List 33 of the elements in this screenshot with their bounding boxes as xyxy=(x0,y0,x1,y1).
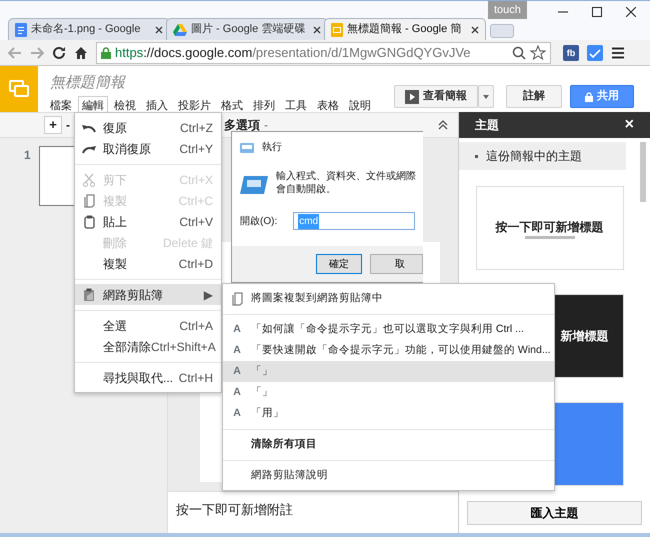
letter-marker: A xyxy=(232,386,242,400)
arrow-icon: ▶ xyxy=(204,286,213,304)
menu-item-label: 刪除 xyxy=(103,234,127,252)
card-title: 按一下即可新增標題 xyxy=(496,218,604,236)
shortcut-text: Ctrl+Shift+A xyxy=(151,338,216,356)
shortcut-text: Ctrl+V xyxy=(179,214,213,230)
letter-marker: A xyxy=(232,322,242,336)
menu-item-label: 尋找與取代... xyxy=(103,370,174,386)
dialog-message: 輸入程式、資料夾、文件或網際 xyxy=(276,171,416,184)
shortcut-text: Ctrl+H xyxy=(178,370,213,386)
shortcut-text: Ctrl+Y xyxy=(179,140,213,158)
menu-item-label: 復原 xyxy=(103,120,127,136)
letter-marker: A xyxy=(232,406,242,420)
letter-marker: A xyxy=(232,344,242,358)
shortcut-text: Ctrl+Z xyxy=(180,120,213,136)
letter-marker: A xyxy=(232,364,242,378)
dialog-title: 執行 xyxy=(262,140,282,155)
touch-badge: touch xyxy=(488,1,527,19)
open-label: 開啟(O): xyxy=(240,214,278,228)
panel-title: 主題 xyxy=(475,117,499,134)
menu-item-label: 網路剪貼簿 xyxy=(103,286,163,304)
dialog-message: 會自動開啟。 xyxy=(276,184,337,196)
menu-item-label: 全選 xyxy=(103,318,127,334)
card-title: 新增標題 xyxy=(560,328,608,345)
menu-item-label: 複製 xyxy=(103,256,127,272)
menu-item-label: 複製 xyxy=(103,192,127,210)
menu-item-label: 取消復原 xyxy=(103,140,151,158)
menu-item-label: 剪下 xyxy=(103,172,127,188)
menu-item-label: 全部清除 xyxy=(103,338,151,356)
shortcut-text: Ctrl+D xyxy=(178,256,213,272)
menu-item-label: 貼上 xyxy=(103,214,127,230)
shortcut-text: Ctrl+A xyxy=(179,318,213,334)
slide-number: 1 xyxy=(24,147,31,164)
